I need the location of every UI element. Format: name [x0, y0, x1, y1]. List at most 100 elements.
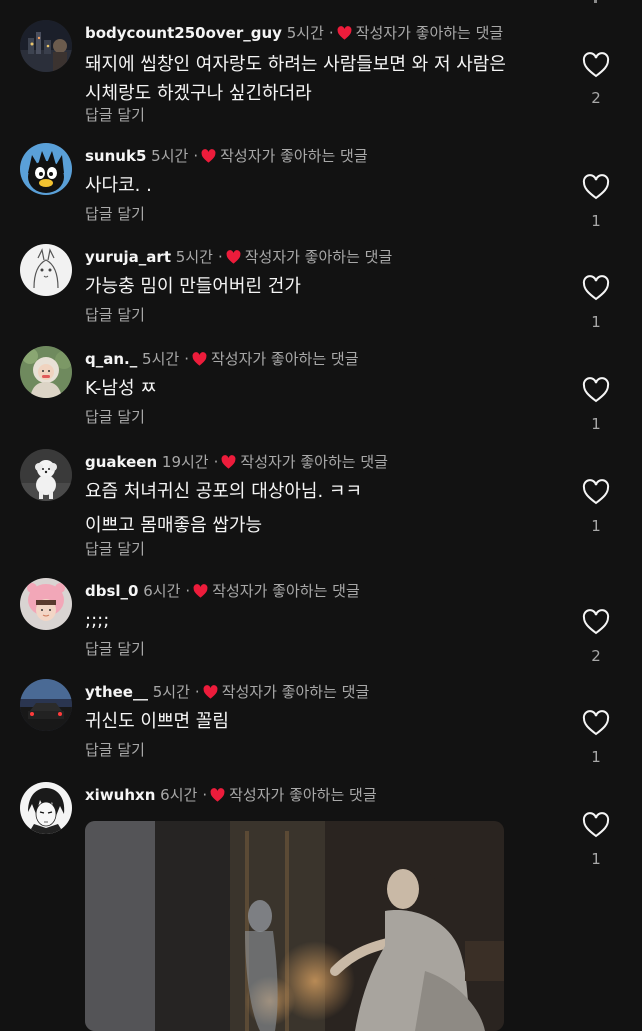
liked-by-author-label: 작성자가 좋아하는 댓글: [240, 453, 388, 471]
liked-by-author-label: 작성자가 좋아하는 댓글: [220, 147, 368, 165]
heart-outline-icon: [582, 377, 610, 403]
comment-text-line: 이쁘고 몸매좋음 쌉가능: [85, 515, 263, 536]
comment-text: 귀신도 이쁘면 꼴림: [85, 711, 229, 732]
separator: ·: [213, 453, 219, 471]
like-button[interactable]: [582, 710, 610, 736]
like-count: 1: [591, 212, 601, 230]
heart-filled-icon: [201, 149, 216, 163]
heart-filled-icon: [193, 584, 208, 598]
like-count: 1: [591, 748, 601, 766]
separator: ·: [194, 683, 200, 701]
comment-text-line: 요즘 처녀귀신 공포의 대상아님. ㅋㅋ: [85, 481, 363, 502]
gif-attachment[interactable]: [85, 821, 504, 1031]
comment-text: ;;;;: [85, 610, 110, 631]
heart-filled-icon: [210, 788, 225, 802]
username[interactable]: dbsl_0: [85, 582, 138, 600]
like-button[interactable]: [582, 52, 610, 78]
comment-meta: sunuk5 5시간 · 작성자가 좋아하는 댓글: [85, 145, 368, 167]
like-button[interactable]: [582, 479, 610, 505]
like-button[interactable]: [582, 377, 610, 403]
like-button[interactable]: [582, 812, 610, 838]
avatar[interactable]: [20, 346, 72, 398]
separator: ·: [184, 350, 189, 368]
avatar[interactable]: [20, 20, 72, 72]
reply-button[interactable]: 답글 달기: [85, 639, 145, 659]
reply-button[interactable]: 답글 달기: [85, 105, 145, 125]
like-count: 1: [591, 313, 601, 331]
white-dog-avatar-image: [20, 449, 72, 501]
comment-meta: dbsl_0 6시간 · 작성자가 좋아하는 댓글: [85, 580, 360, 602]
username[interactable]: q_an._: [85, 350, 137, 368]
username[interactable]: guakeen: [85, 453, 157, 471]
separator: ·: [185, 582, 191, 600]
like-count: 1: [591, 517, 601, 535]
heart-filled-icon: [221, 455, 236, 469]
comment-text: 요즘 처녀귀신 공포의 대상아님. ㅋㅋ 이쁘고 몸매좋음 쌉가능: [85, 477, 555, 540]
liked-by-author-label: 작성자가 좋아하는 댓글: [210, 350, 359, 368]
like-button[interactable]: [582, 609, 610, 635]
hooded-figure-avatar-image: [20, 346, 72, 398]
comment-meta: xiwuhxn 6시간 · 작성자가 좋아하는 댓글: [85, 784, 377, 806]
username[interactable]: yuruja_art: [85, 248, 171, 266]
timestamp: 5시간: [142, 350, 180, 368]
avatar[interactable]: [20, 578, 72, 630]
comment-meta: q_an._ 5시간 · 작성자가 좋아하는 댓글: [85, 348, 359, 370]
username[interactable]: ythee__: [85, 683, 148, 701]
gif-image: [85, 821, 504, 1031]
heart-outline-icon: [582, 275, 610, 301]
liked-by-author-label: 작성자가 좋아하는 댓글: [355, 24, 504, 42]
avatar[interactable]: [20, 244, 72, 296]
heart-outline-icon: [582, 609, 610, 635]
comment-text: K-남성 ㅉ: [85, 378, 157, 399]
like-count: 1: [591, 415, 601, 433]
heart-filled-icon: [337, 26, 352, 40]
liked-by-author-label: 작성자가 좋아하는 댓글: [244, 248, 393, 266]
night-city-avatar-image: [20, 20, 72, 72]
sketch-avatar-image: [20, 244, 72, 296]
reply-button[interactable]: 답글 달기: [85, 407, 145, 427]
comment-meta: bodycount250over_guy 5시간 · 작성자가 좋아하는 댓글: [85, 22, 503, 44]
reply-button[interactable]: 답글 달기: [85, 539, 145, 559]
liked-by-author-label: 작성자가 좋아하는 댓글: [221, 683, 370, 701]
avatar[interactable]: [20, 679, 72, 731]
comment-text: 사다코. .: [85, 175, 152, 196]
separator: ·: [202, 786, 208, 804]
username[interactable]: bodycount250over_guy: [85, 24, 282, 42]
reply-button[interactable]: 답글 달기: [85, 204, 145, 224]
avatar[interactable]: [20, 782, 72, 834]
heart-outline-icon: [582, 174, 610, 200]
timestamp: 6시간: [143, 582, 181, 600]
timestamp: 5시간: [286, 24, 324, 42]
avatar[interactable]: [20, 449, 72, 501]
separator: ·: [328, 24, 334, 42]
reply-button[interactable]: 답글 달기: [85, 305, 145, 325]
badtz-maru-avatar-image: [20, 143, 72, 195]
liked-by-author-label: 작성자가 좋아하는 댓글: [212, 582, 360, 600]
like-count: 2: [591, 89, 601, 107]
timestamp: 19시간: [161, 453, 209, 471]
like-count: 2: [591, 647, 601, 665]
comment-meta: ythee__ 5시간 · 작성자가 좋아하는 댓글: [85, 681, 369, 703]
timestamp: 6시간: [160, 786, 198, 804]
like-button[interactable]: [582, 174, 610, 200]
separator: ·: [193, 147, 199, 165]
username[interactable]: sunuk5: [85, 147, 146, 165]
heart-outline-icon: [582, 479, 610, 505]
avatar[interactable]: [20, 143, 72, 195]
heart-outline-icon: [582, 812, 610, 838]
comment-text: 가능충 밈이 만들어버린 건가: [85, 276, 301, 297]
comment-text: 돼지에 씹창인 여자랑도 하려는 사람들보면 와 저 사람은 시체랑도 하겠구나…: [85, 54, 506, 104]
reply-button[interactable]: 답글 달기: [85, 740, 145, 760]
timestamp: 5시간: [151, 147, 189, 165]
timestamp: 5시간: [152, 683, 190, 701]
heart-filled-icon: [226, 250, 241, 264]
username[interactable]: xiwuhxn: [85, 786, 155, 804]
separator: ·: [217, 248, 223, 266]
like-button[interactable]: [582, 275, 610, 301]
pink-hat-avatar-image: [20, 578, 72, 630]
car-night-avatar-image: [20, 679, 72, 731]
comment-meta: guakeen 19시간 · 작성자가 좋아하는 댓글: [85, 451, 388, 473]
heart-filled-icon: [192, 352, 207, 366]
liked-by-author-label: 작성자가 좋아하는 댓글: [229, 786, 377, 804]
heart-filled-icon: [203, 685, 218, 699]
